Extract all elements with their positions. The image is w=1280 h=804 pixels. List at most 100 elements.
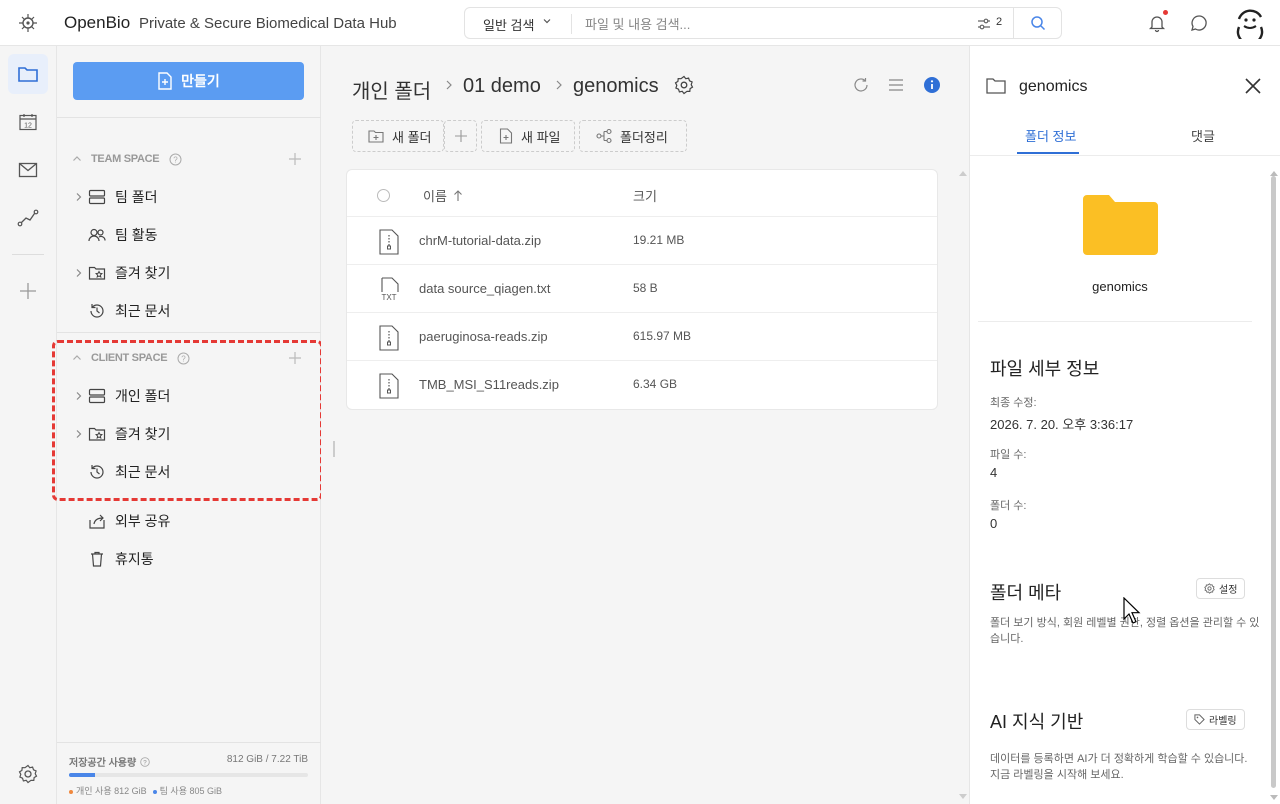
rail-calendar[interactable]: 12 xyxy=(8,102,48,142)
scroll-down-arrow-icon[interactable] xyxy=(959,794,967,800)
table-row[interactable]: TXT data source_qiagen.txt 58 B xyxy=(347,265,937,313)
zip-file-icon xyxy=(379,373,399,399)
chevron-right-icon[interactable] xyxy=(73,191,85,203)
tab-folder-info[interactable]: 폴더 정보 xyxy=(1025,126,1076,145)
panel-scrollbar[interactable] xyxy=(1271,176,1276,788)
create-button[interactable]: 만들기 xyxy=(73,62,304,100)
logo-icon[interactable] xyxy=(17,12,39,34)
file-name[interactable]: TMB_MSI_S11reads.zip xyxy=(419,377,559,392)
rail-add[interactable] xyxy=(8,271,48,311)
sidebar-item-team-folder[interactable]: 팀 폴더 xyxy=(73,184,313,210)
gear-icon xyxy=(18,764,38,784)
help-circle-icon[interactable]: ? xyxy=(140,756,150,767)
select-all-checkbox[interactable] xyxy=(377,189,390,202)
tagline: Private & Secure Biomedical Data Hub xyxy=(139,15,397,32)
rail-workflow[interactable] xyxy=(8,198,48,238)
meta-settings-button[interactable]: 설정 xyxy=(1196,578,1246,599)
search-type-select[interactable]: 일반 검색 xyxy=(483,15,534,34)
add-team-item-plus-icon[interactable] xyxy=(289,153,301,165)
file-count-value: 4 xyxy=(990,465,998,480)
filter-sliders-icon[interactable] xyxy=(976,16,992,32)
gear-icon[interactable] xyxy=(674,75,694,95)
scroll-up-arrow-icon[interactable] xyxy=(959,170,967,176)
sidebar-item-label: 휴지통 xyxy=(115,551,154,567)
zip-file-icon xyxy=(379,325,399,351)
sidebar-item-team-recent[interactable]: 최근 문서 xyxy=(73,298,313,324)
help-circle-icon[interactable]: ? xyxy=(169,153,182,166)
bell-icon[interactable] xyxy=(1147,13,1167,33)
folder-meta-title: 폴더 메타 xyxy=(990,583,1062,603)
rail-mail[interactable] xyxy=(8,150,48,190)
zip-file-icon xyxy=(379,229,399,255)
file-name[interactable]: chrM-tutorial-data.zip xyxy=(419,233,541,248)
file-name[interactable]: paeruginosa-reads.zip xyxy=(419,329,548,344)
avatar[interactable] xyxy=(1234,7,1266,39)
search-bar: 일반 검색 2 xyxy=(464,7,1062,39)
labeling-label: 라벨링 xyxy=(1209,716,1237,727)
chevron-right-icon[interactable] xyxy=(73,267,85,279)
list-view-icon[interactable] xyxy=(887,76,905,94)
chevron-up-icon[interactable] xyxy=(72,154,82,164)
close-icon[interactable] xyxy=(1244,77,1262,95)
scroll-down-arrow-icon[interactable] xyxy=(1270,795,1278,801)
sort-arrow-up-icon[interactable] xyxy=(453,189,463,202)
sidebar-item-team-favorites[interactable]: 즐겨 찾기 xyxy=(73,260,313,286)
gear-icon xyxy=(1204,583,1215,594)
table-row[interactable]: chrM-tutorial-data.zip 19.21 MB xyxy=(347,217,937,265)
team-space-header[interactable]: TEAM SPACE ? xyxy=(72,149,182,169)
app-rail: 12 xyxy=(0,46,57,804)
file-name[interactable]: data source_qiagen.txt xyxy=(419,281,551,296)
file-size: 615.97 MB xyxy=(633,329,692,343)
search-input[interactable] xyxy=(585,13,965,35)
sidebar-item-label: 외부 공유 xyxy=(115,513,171,529)
scroll-up-arrow-icon[interactable] xyxy=(1270,170,1278,176)
chat-bubble-icon[interactable] xyxy=(1189,13,1209,33)
sidebar-divider xyxy=(57,117,321,118)
new-file-button[interactable]: 새 파일 xyxy=(481,120,575,152)
new-folder-button[interactable]: 새 폴더 xyxy=(352,120,444,152)
rail-divider xyxy=(12,254,44,255)
txt-file-icon: TXT xyxy=(381,277,399,302)
plus-icon xyxy=(454,130,467,142)
svg-text:?: ? xyxy=(143,759,147,766)
rail-settings[interactable] xyxy=(8,754,48,794)
storage-team-text: 팀 사용 805 GiB xyxy=(159,786,223,796)
sidebar-item-team-activity[interactable]: 팀 활동 xyxy=(73,222,313,248)
chevron-right-icon xyxy=(446,80,452,90)
table-row[interactable]: TMB_MSI_S11reads.zip 6.34 GB xyxy=(347,361,937,409)
svg-text:?: ? xyxy=(174,155,179,164)
table-row[interactable]: paeruginosa-reads.zip 615.97 MB xyxy=(347,313,937,361)
star-folder-icon xyxy=(88,266,106,280)
breadcrumb-item[interactable]: 01 demo xyxy=(463,75,541,98)
svg-text:TXT: TXT xyxy=(381,293,396,302)
brand-name[interactable]: OpenBio xyxy=(64,13,130,33)
active-tab-indicator xyxy=(1017,152,1079,154)
breadcrumb-current[interactable]: genomics xyxy=(573,75,659,98)
rail-files[interactable] xyxy=(8,54,48,94)
share-icon xyxy=(89,514,105,529)
storage-progress-fill xyxy=(69,773,96,777)
resize-handle[interactable] xyxy=(333,441,335,457)
chevron-down-icon[interactable] xyxy=(542,16,552,26)
calendar-icon: 12 xyxy=(19,114,37,131)
breadcrumb-item[interactable]: 개인 폴더 xyxy=(352,75,431,104)
main-content: 개인 폴더 01 demo genomics 새 폴더 새 파일 폴더정리 이름… xyxy=(321,46,969,804)
tab-comments[interactable]: 댓글 xyxy=(1191,126,1215,145)
labeling-button[interactable]: 라벨링 xyxy=(1186,709,1245,730)
name-column-header[interactable]: 이름 xyxy=(423,186,463,205)
sidebar-item-external-share[interactable]: 외부 공유 xyxy=(73,508,313,534)
new-folder-dropdown-button[interactable] xyxy=(444,120,477,152)
ai-knowledge-description: 데이터를 등록하면 AI가 더 정확하게 학습할 수 있습니다. 지금 라벨링을… xyxy=(990,753,1248,781)
info-icon[interactable] xyxy=(922,75,942,95)
meta-settings-label: 설정 xyxy=(1219,585,1238,596)
size-column-header[interactable]: 크기 xyxy=(633,186,657,205)
sidebar-divider xyxy=(57,742,321,743)
storage-usage-label: 저장공간 사용량 ? xyxy=(69,754,150,769)
organize-folder-button[interactable]: 폴더정리 xyxy=(579,120,687,152)
refresh-icon[interactable] xyxy=(852,76,870,94)
storage-legend-personal: 개인 사용 812 GiB xyxy=(69,784,147,797)
sidebar-item-label: 팀 활동 xyxy=(115,227,158,243)
search-icon[interactable] xyxy=(1030,15,1046,31)
people-icon xyxy=(88,228,106,242)
sidebar-item-trash[interactable]: 휴지통 xyxy=(73,546,313,572)
